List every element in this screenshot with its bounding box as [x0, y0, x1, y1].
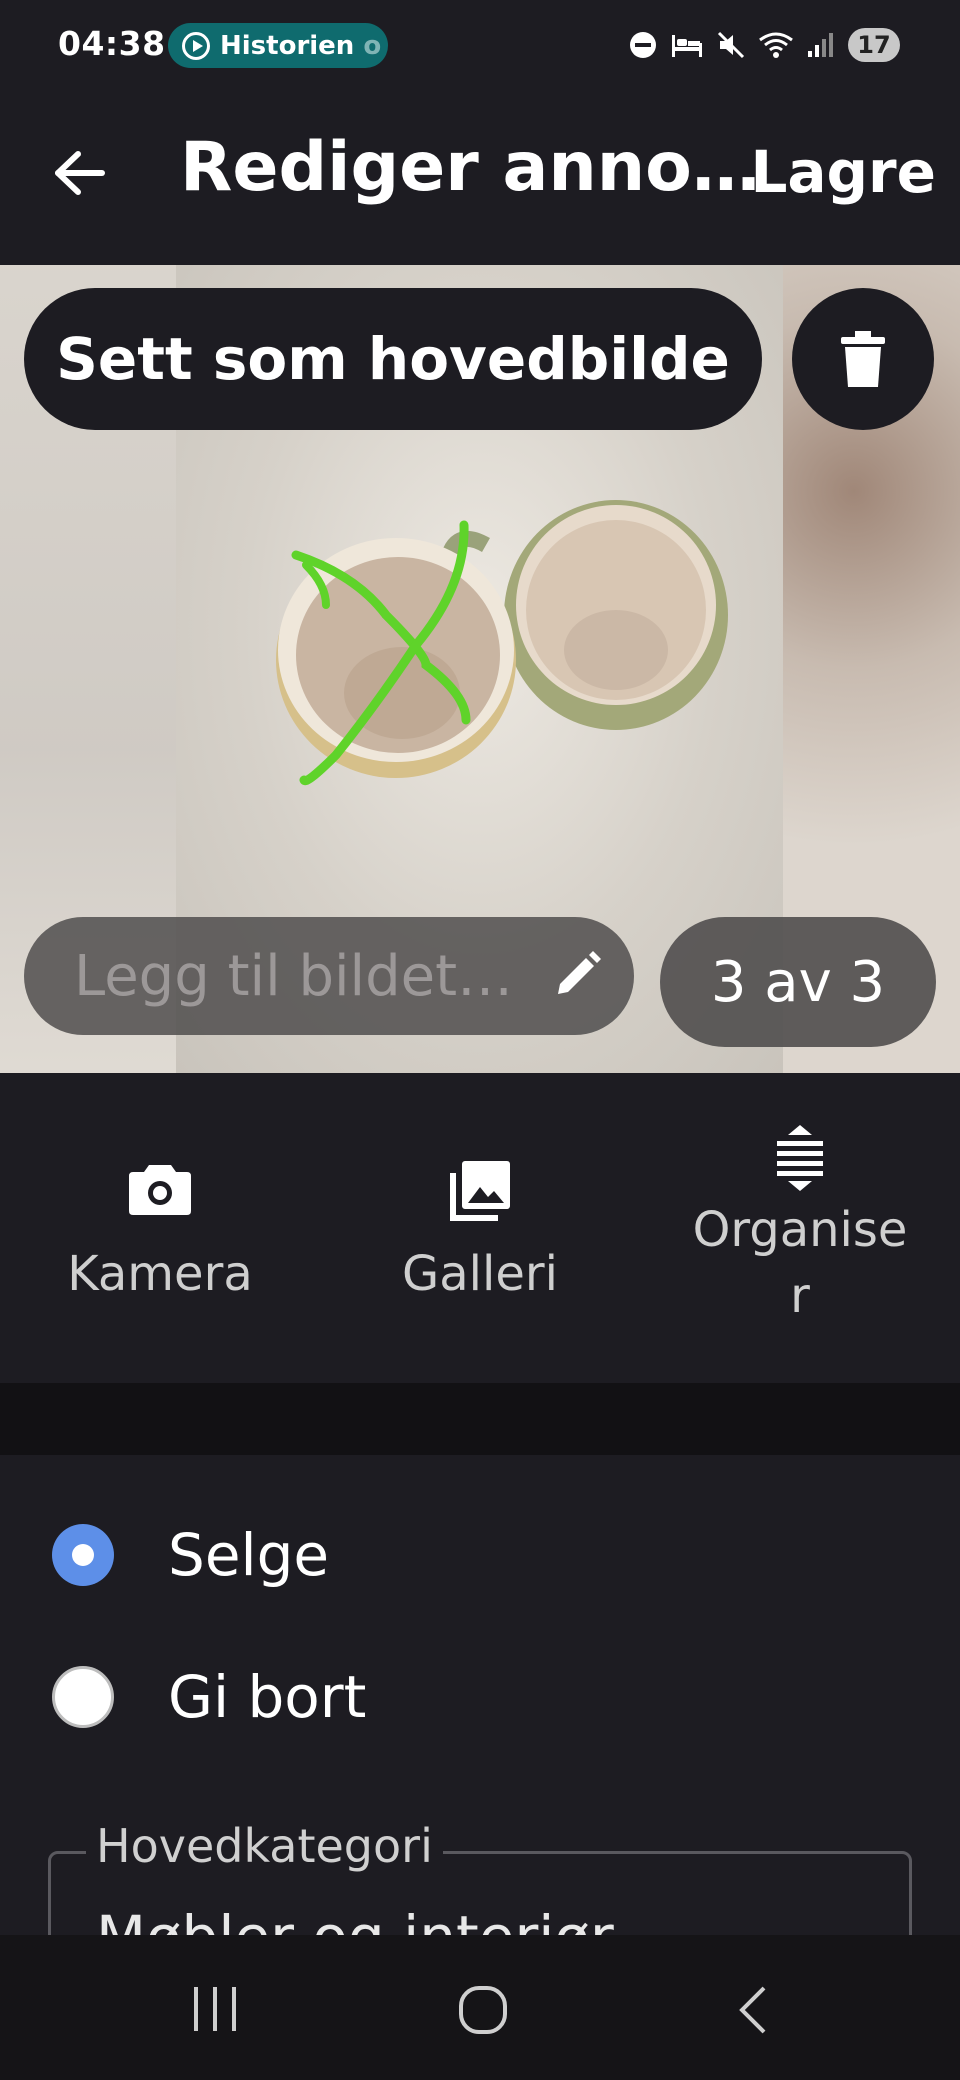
camera-button[interactable]: Kamera [0, 1073, 320, 1383]
system-nav-bar [0, 1935, 960, 2080]
now-playing-label: Historien o [220, 30, 382, 61]
radio-give-away-label: Gi bort [168, 1663, 367, 1731]
radio-give-away[interactable]: Gi bort [52, 1663, 366, 1731]
gallery-label: Galleri [402, 1246, 558, 1302]
back-nav-icon[interactable] [736, 1985, 770, 2035]
gallery-button[interactable]: Galleri [320, 1073, 640, 1383]
radio-selected-icon[interactable] [52, 1524, 114, 1586]
photo-actions: Kamera Galleri Organise r [0, 1073, 960, 1383]
pencil-icon [558, 951, 601, 994]
status-bar: 04:38 Historien o 17 [0, 0, 960, 90]
image-carousel[interactable]: Sett som hovedbilde Legg til bildet… 3 a… [0, 265, 960, 1073]
photo-counter: 3 av 3 [660, 917, 936, 1047]
organize-button[interactable]: Organise r [640, 1073, 960, 1383]
organize-label-line1: Organise [692, 1202, 908, 1258]
mute-icon [717, 31, 745, 59]
radio-sell[interactable]: Selge [52, 1521, 329, 1589]
page-title: Rediger anno… [180, 128, 760, 207]
section-divider [0, 1383, 960, 1455]
play-icon [182, 31, 210, 60]
organize-label-line2: r [790, 1268, 810, 1324]
radio-unselected-icon[interactable] [52, 1666, 114, 1728]
listing-form: Selge Gi bort Hovedkategori Møbler og in… [0, 1455, 960, 1971]
caption-placeholder: Legg til bildet… [74, 943, 514, 1009]
status-icons: 17 [628, 28, 900, 62]
main-category-label: Hovedkategori [86, 1819, 443, 1873]
battery-indicator: 17 [848, 28, 900, 62]
signal-icon [808, 33, 833, 57]
recent-apps-icon[interactable] [190, 1985, 240, 2033]
radio-sell-label: Selge [168, 1521, 330, 1589]
reorder-icon [777, 1125, 823, 1191]
camera-icon [129, 1165, 191, 1215]
set-main-photo-button[interactable]: Sett som hovedbilde [24, 288, 762, 430]
home-icon[interactable] [458, 1985, 508, 2035]
status-time: 04:38 [58, 24, 166, 63]
trash-icon [841, 331, 885, 387]
photo-caption-input[interactable]: Legg til bildet… [24, 917, 634, 1035]
now-playing-pill[interactable]: Historien o [168, 23, 388, 68]
delete-photo-button[interactable] [792, 288, 934, 430]
camera-label: Kamera [67, 1246, 253, 1302]
save-button[interactable]: Lagre [750, 138, 936, 206]
app-bar: Rediger anno… Lagre [0, 90, 960, 265]
do-not-disturb-icon [630, 32, 656, 58]
gallery-icon [450, 1161, 510, 1221]
back-arrow-icon[interactable] [52, 150, 106, 196]
sleep-mode-icon [672, 35, 702, 57]
wifi-icon [759, 32, 793, 58]
